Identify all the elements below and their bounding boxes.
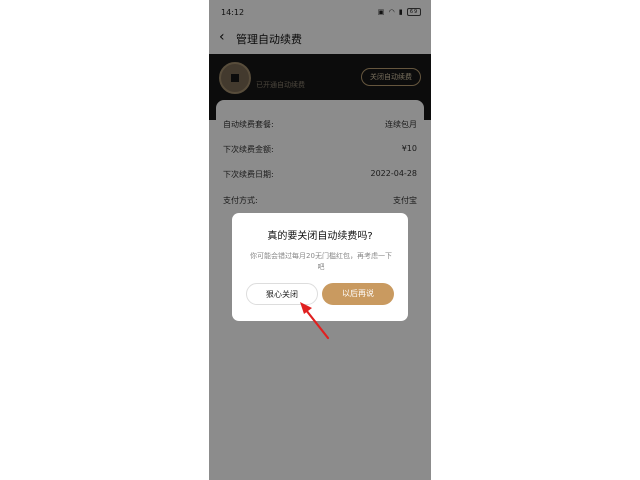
dialog-message: 你可能会错过每月20无门槛红包，再考虑一下吧: [250, 252, 392, 271]
phone-screen: 14:12 ▣ ◠ ▮ 69 ‹ 管理自动续费 已开通自动续费 关闭自动续费 自…: [209, 0, 431, 480]
dialog-title: 真的要关闭自动续费吗?: [267, 231, 373, 242]
red-arrow-annotation-icon: [300, 302, 330, 340]
